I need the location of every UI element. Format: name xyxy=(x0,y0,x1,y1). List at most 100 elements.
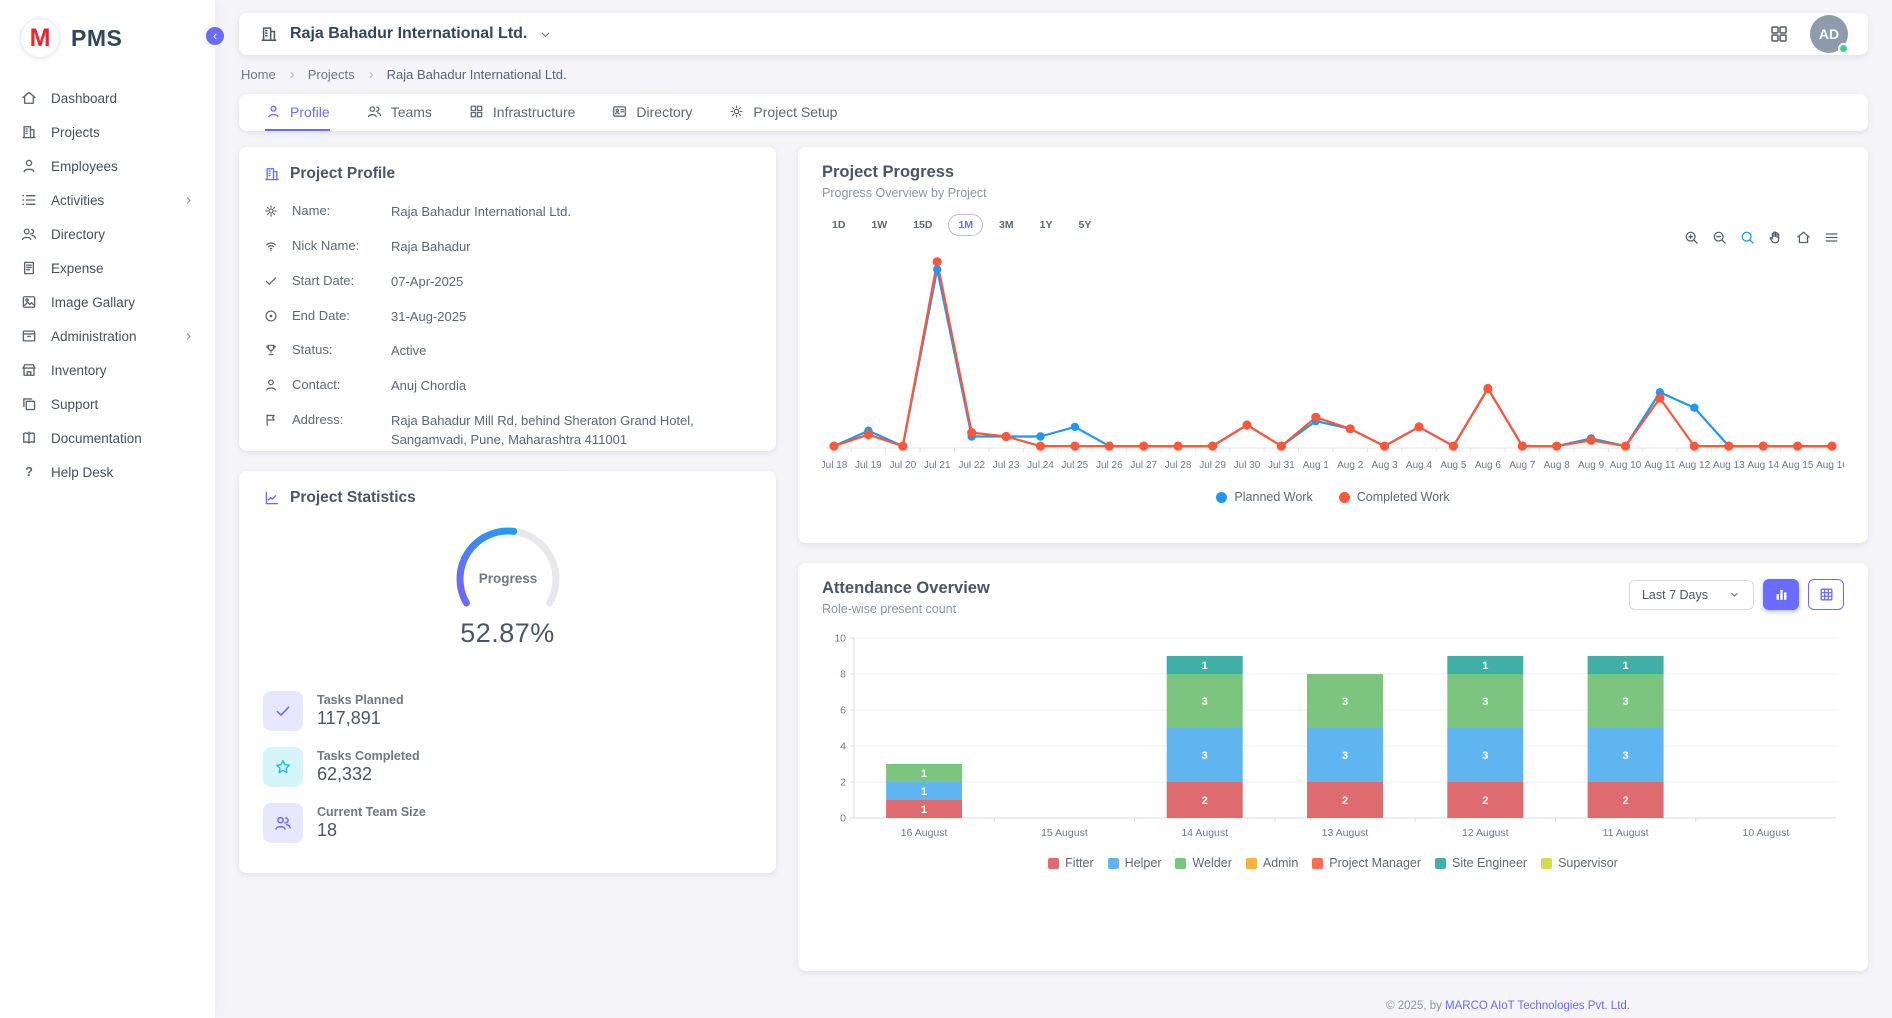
apps-icon xyxy=(1768,23,1790,45)
field-label: Name: xyxy=(292,203,378,218)
field-label: Address: xyxy=(292,412,378,427)
project-profile-card: Project Profile Name:Raja Bahadur Intern… xyxy=(239,147,776,451)
sidebar-item-activities[interactable]: Activities xyxy=(0,184,215,216)
svg-text:Jul 30: Jul 30 xyxy=(1234,460,1261,471)
toolbar-zoom-in-button[interactable] xyxy=(1683,229,1700,246)
field-value: Anuj Chordia xyxy=(391,377,466,396)
tab-label: Profile xyxy=(290,104,330,120)
svg-text:Aug 4: Aug 4 xyxy=(1406,460,1433,471)
content-grid: Project Profile Name:Raja Bahadur Intern… xyxy=(239,147,1868,1018)
copy-icon xyxy=(20,395,38,413)
toolbar-pan-button[interactable] xyxy=(1767,229,1784,246)
app-logo: M PMS xyxy=(0,0,215,80)
sidebar-item-label: Image Gallary xyxy=(51,295,135,310)
table-view-button[interactable] xyxy=(1808,579,1844,610)
svg-text:Jul 21: Jul 21 xyxy=(924,460,951,471)
svg-text:3: 3 xyxy=(1623,750,1629,762)
sidebar-item-image-gallary[interactable]: Image Gallary xyxy=(0,286,215,318)
svg-text:Aug 9: Aug 9 xyxy=(1578,460,1605,471)
legend-fitter[interactable]: Fitter xyxy=(1048,856,1093,870)
range-button-1m[interactable]: 1M xyxy=(948,214,983,236)
legend-welder[interactable]: Welder xyxy=(1175,856,1231,870)
field-label: End Date: xyxy=(292,308,378,323)
toolbar-home-button[interactable] xyxy=(1795,229,1812,246)
svg-text:Aug 10: Aug 10 xyxy=(1610,460,1642,471)
chart-view-button[interactable] xyxy=(1763,579,1799,610)
tab-profile[interactable]: Profile xyxy=(265,94,330,131)
tab-project-setup[interactable]: Project Setup xyxy=(728,94,837,131)
field-value: Raja Bahadur xyxy=(391,238,471,257)
sidebar-item-documentation[interactable]: Documentation xyxy=(0,422,215,454)
sidebar-item-projects[interactable]: Projects xyxy=(0,116,215,148)
range-button-5y[interactable]: 5Y xyxy=(1068,214,1101,236)
sidebar-item-directory[interactable]: Directory xyxy=(0,218,215,250)
sidebar-nav: Dashboard Projects EmployeesActivitiesDire… xyxy=(0,82,215,488)
sidebar-item-administration[interactable]: Administration xyxy=(0,320,215,352)
sidebar-item-label: Projects xyxy=(51,125,100,140)
apps-grid-button[interactable] xyxy=(1768,23,1790,45)
legend-supervisor[interactable]: Supervisor xyxy=(1541,856,1618,870)
person-icon xyxy=(263,377,279,393)
legend-helper[interactable]: Helper xyxy=(1108,856,1162,870)
date-range-select[interactable]: Last 7 Days xyxy=(1629,580,1754,610)
legend-completed-work[interactable]: Completed Work xyxy=(1339,490,1450,504)
range-button-3m[interactable]: 3M xyxy=(989,214,1024,236)
svg-text:Aug 16: Aug 16 xyxy=(1816,460,1844,471)
field-value: Raja Bahadur Mill Rd, behind Sheraton Gr… xyxy=(391,412,752,450)
toolbar-menu-button[interactable] xyxy=(1823,229,1840,246)
progress-chart-legend: Planned Work Completed Work xyxy=(822,490,1844,504)
range-button-1w[interactable]: 1W xyxy=(861,214,897,236)
breadcrumb-item-home[interactable]: Home xyxy=(241,67,276,82)
sidebar-item-help-desk[interactable]: ?Help Desk xyxy=(0,456,215,488)
pan-icon xyxy=(1767,229,1784,246)
sidebar-item-expense[interactable]: Expense xyxy=(0,252,215,284)
tab-infrastructure[interactable]: Infrastructure xyxy=(468,94,575,131)
legend-site-engineer[interactable]: Site Engineer xyxy=(1435,856,1527,870)
legend-project-manager[interactable]: Project Manager xyxy=(1312,856,1421,870)
legend-planned-work[interactable]: Planned Work xyxy=(1216,490,1312,504)
stat-label: Tasks Planned xyxy=(317,693,404,707)
tab-teams[interactable]: Teams xyxy=(366,94,432,131)
list-icon xyxy=(20,191,38,209)
toolbar-search-button[interactable] xyxy=(1739,229,1756,246)
sidebar: M PMS Dashboard Projects EmployeesActiviti… xyxy=(0,0,215,1018)
svg-text:Aug 2: Aug 2 xyxy=(1337,460,1364,471)
sidebar-item-support[interactable]: Support xyxy=(0,388,215,420)
company-selector[interactable]: Raja Bahadur International Ltd. xyxy=(259,24,553,44)
sidebar-item-employees[interactable]: Employees xyxy=(0,150,215,182)
legend-admin[interactable]: Admin xyxy=(1246,856,1298,870)
range-button-1d[interactable]: 1D xyxy=(822,214,855,236)
svg-text:Aug 3: Aug 3 xyxy=(1372,460,1399,471)
toolbar-zoom-out-button[interactable] xyxy=(1711,229,1728,246)
footer-company-link[interactable]: MARCO AIoT Technologies Pvt. Ltd. xyxy=(1445,1000,1630,1012)
main-area: Raja Bahadur International Ltd. AD Home P… xyxy=(215,0,1892,1018)
breadcrumb-item-projects[interactable]: Projects xyxy=(308,67,355,82)
attendance-bar-chart: 024681011116 August15 August233114 Augus… xyxy=(822,630,1844,852)
svg-text:2: 2 xyxy=(840,777,846,789)
sidebar-item-inventory[interactable]: Inventory xyxy=(0,354,215,386)
drawer-icon xyxy=(20,327,38,345)
chev-right-icon xyxy=(286,69,298,81)
svg-text:3: 3 xyxy=(1202,696,1208,708)
svg-text:3: 3 xyxy=(1342,750,1348,762)
sidebar-item-label: Expense xyxy=(51,261,104,276)
tab-directory[interactable]: Directory xyxy=(611,94,692,131)
sidebar-item-label: Inventory xyxy=(51,363,107,378)
svg-text:12 August: 12 August xyxy=(1462,827,1509,839)
image-icon xyxy=(20,293,38,311)
range-button-1y[interactable]: 1Y xyxy=(1030,214,1063,236)
svg-text:Aug 6: Aug 6 xyxy=(1475,460,1502,471)
user-avatar[interactable]: AD xyxy=(1810,15,1848,53)
attendance-controls: Last 7 Days xyxy=(1629,579,1844,610)
sidebar-collapse-button[interactable]: ‹ xyxy=(203,24,227,48)
range-button-15d[interactable]: 15D xyxy=(903,214,942,236)
svg-text:1: 1 xyxy=(1202,660,1208,672)
logo-m-icon: M xyxy=(20,18,60,58)
svg-text:1: 1 xyxy=(921,786,927,798)
svg-text:Jul 26: Jul 26 xyxy=(1096,460,1123,471)
svg-text:Aug 14: Aug 14 xyxy=(1747,460,1779,471)
svg-text:Aug 1: Aug 1 xyxy=(1303,460,1330,471)
people-icon xyxy=(366,103,383,120)
progress-card-subtitle: Progress Overview by Project xyxy=(822,186,1844,200)
sidebar-item-dashboard[interactable]: Dashboard xyxy=(0,82,215,114)
